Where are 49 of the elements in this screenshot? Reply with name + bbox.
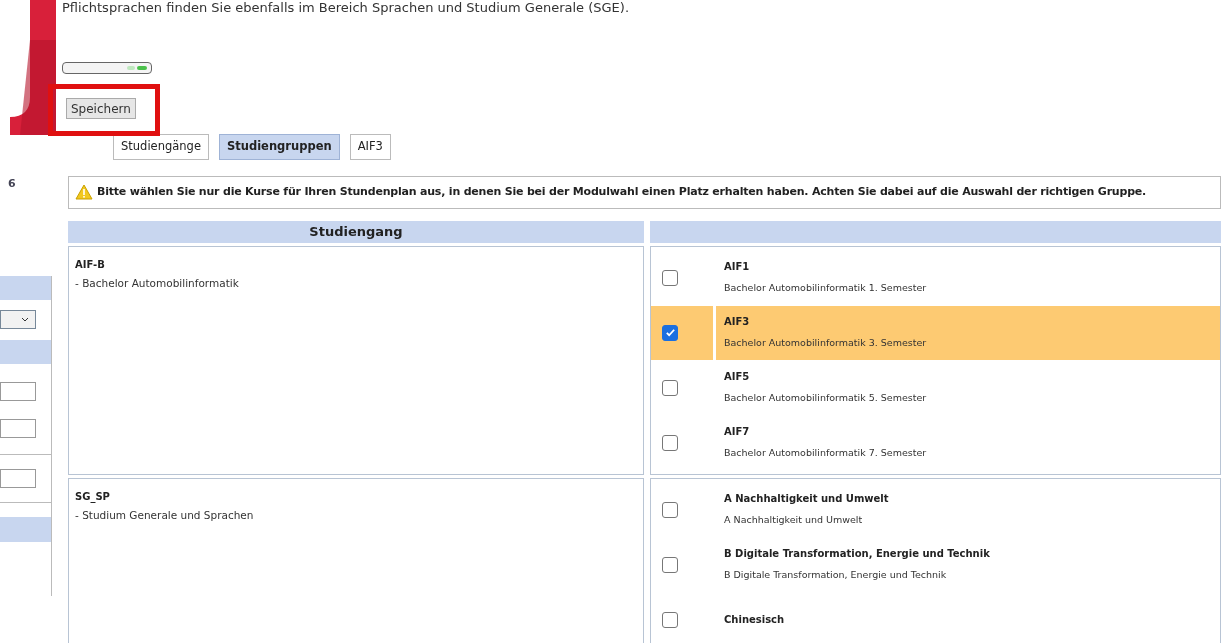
group-row[interactable]: AIF1 Bachelor Automobilinformatik 1. Semester — [651, 250, 1220, 305]
warning-text: Bitte wählen Sie nur die Kurse für Ihren Stundenplan aus, in denen Sie bei der Modulwahl einen Platz erhalten haben. Achten Sie dabei auf die Auswahl der richtigen Gruppe. — [97, 183, 1147, 200]
group-title: AIF7 — [724, 425, 751, 440]
checkbox[interactable] — [662, 324, 678, 341]
save-button[interactable]: Speichern — [66, 98, 136, 119]
tab[interactable]: Studiengruppen — [218, 133, 340, 160]
group-row[interactable]: AIF5 Bachelor Automobilinformatik 5. Semester — [651, 360, 1220, 415]
group-row[interactable]: B Digitale Transformation, Energie und Technik B Digitale Transformation, Energie und Technik — [651, 537, 1220, 592]
chevron-down-icon — [21, 316, 29, 323]
group-subtitle: A Nachhaltigkeit und Umwelt — [724, 513, 864, 528]
checkbox[interactable] — [662, 611, 678, 628]
group-subtitle: Bachelor Automobilinformatik 5. Semester — [724, 391, 927, 406]
group-row[interactable]: Chinesisch — [651, 592, 1220, 643]
input-field[interactable] — [0, 468, 36, 488]
checkbox[interactable] — [662, 269, 678, 286]
warning-icon — [75, 184, 93, 200]
group-subtitle: Bachelor Automobilinformatik 7. Semester — [724, 446, 927, 461]
group-title: Chinesisch — [724, 613, 785, 627]
course-name: - Bachelor Automobilinformatik — [75, 275, 240, 291]
checkbox[interactable] — [662, 556, 678, 573]
course-name: - Studium Generale und Sprachen — [75, 507, 255, 523]
group-title: B Digitale Transformation, Energie und Technik — [724, 547, 990, 562]
group-title: AIF1 — [724, 260, 751, 275]
course-code: AIF-B — [75, 257, 106, 272]
group-row[interactable]: A Nachhaltigkeit und Umwelt A Nachhaltigkeit und Umwelt — [651, 482, 1220, 537]
group-row[interactable]: AIF7 Bachelor Automobilinformatik 7. Semester — [651, 415, 1220, 470]
checkbox[interactable] — [662, 501, 678, 518]
input-field[interactable] — [0, 381, 36, 401]
tab[interactable]: Studiengänge — [113, 133, 209, 160]
group-title: A Nachhaltigkeit und Umwelt — [724, 492, 889, 507]
group-subtitle: Bachelor Automobilinformatik 3. Semester — [724, 336, 927, 351]
group-title: AIF5 — [724, 370, 751, 385]
notice-text: Pflichtsprachen finden Sie ebenfalls im Bereich Sprachen und Studium Generale (SGE). — [62, 0, 631, 16]
panel-header — [0, 516, 51, 542]
checkbox[interactable] — [662, 379, 678, 396]
checkbox[interactable] — [662, 434, 678, 451]
group-title: AIF3 — [724, 315, 751, 330]
group-row[interactable]: AIF3 Bachelor Automobilinformatik 3. Semester — [651, 305, 1220, 360]
sidebar-label: 6 — [7, 175, 17, 192]
panel-header — [0, 275, 51, 300]
input-field[interactable] — [0, 418, 36, 438]
checkmark-icon — [664, 327, 676, 338]
tab[interactable]: AIF3 — [349, 133, 391, 160]
dropdown[interactable] — [0, 310, 36, 329]
course-code: SG_SP — [75, 489, 111, 504]
group-subtitle: Bachelor Automobilinformatik 1. Semester — [724, 281, 927, 296]
panel-header — [0, 339, 51, 364]
column-header: Studiengang — [68, 220, 644, 243]
group-subtitle: B Digitale Transformation, Energie und Technik — [724, 568, 948, 583]
